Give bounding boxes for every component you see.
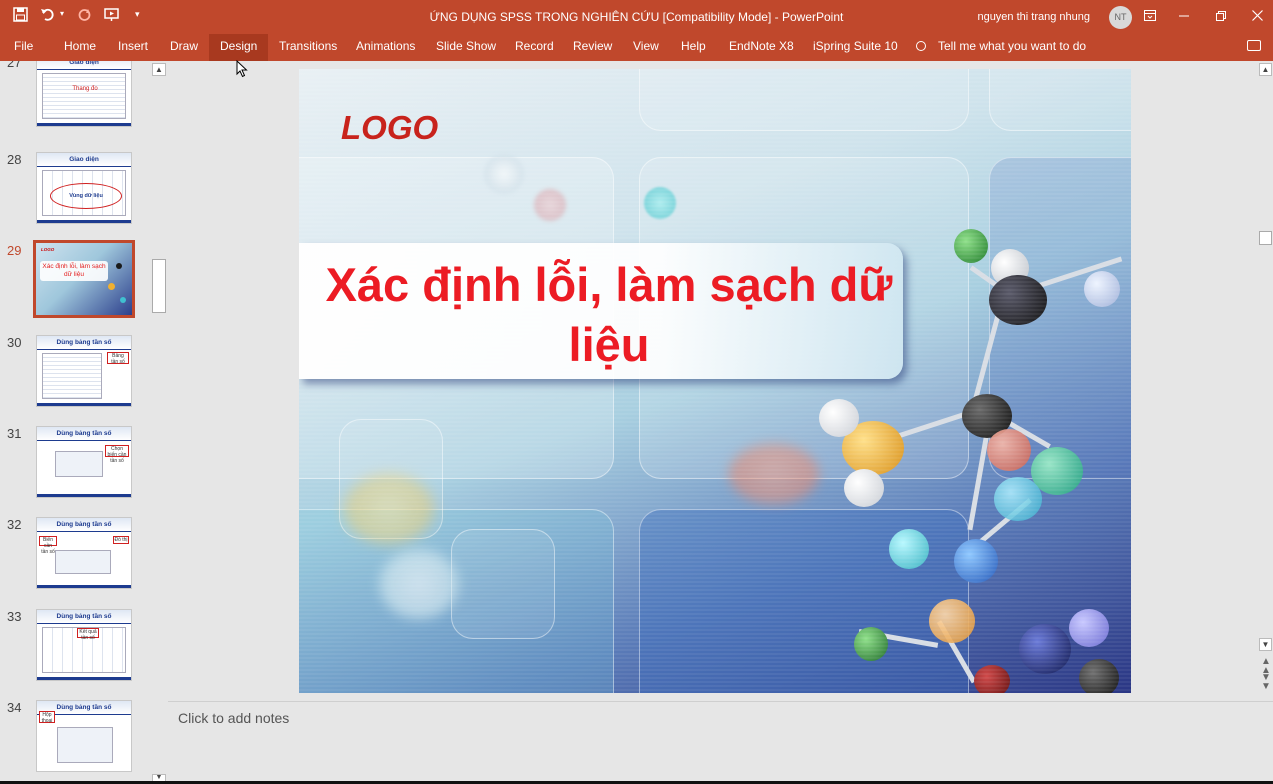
- scroll-up-icon[interactable]: ▲: [152, 63, 166, 76]
- slide-thumbnail[interactable]: Dùng bảng tần số Kết quả tần số: [36, 609, 132, 681]
- thumbnail-row-29[interactable]: 29 LOGO Xác định lỗi, làm sạch dữ liệu: [0, 240, 150, 323]
- thumbnail-molecule: [108, 283, 115, 290]
- ribbon-tabs: File Home Insert Draw Design Transitions…: [0, 34, 1273, 61]
- tab-view[interactable]: View: [622, 34, 670, 61]
- thumbnail-row-32[interactable]: 32 Dùng bảng tần số Biến cần tần số Đồ t…: [0, 517, 150, 597]
- thumbnail-callout: Kết quả tần số: [77, 628, 99, 641]
- thumbnail-row-33[interactable]: 33 Dùng bảng tần số Kết quả tần số: [0, 609, 150, 689]
- tab-help[interactable]: Help: [670, 34, 717, 61]
- slide-number: 30: [7, 335, 22, 350]
- thumbnail-callout: Chọn biến cần tần số: [105, 445, 129, 464]
- thumbnail-footer: [37, 677, 131, 680]
- tab-file[interactable]: File: [3, 34, 44, 61]
- thumbnail-molecule: [116, 263, 122, 269]
- thumbnail-heading: Giao diện: [37, 153, 131, 167]
- thumbnail-heading: Dùng bảng tần số: [37, 610, 131, 624]
- mouse-cursor-icon: [236, 60, 248, 78]
- thumbnail-row-30[interactable]: 30 Dùng bảng tần số Bảng tần số: [0, 335, 150, 415]
- tab-slide-show[interactable]: Slide Show: [425, 34, 507, 61]
- thumbnail-callout-right: Đồ thị: [113, 536, 129, 544]
- thumbnail-dialog: [55, 451, 103, 477]
- slide-number: 27: [7, 61, 22, 70]
- thumbnail-dialog: [55, 550, 111, 574]
- thumbnail-logo: LOGO: [41, 247, 55, 252]
- thumbnail-footer: [37, 494, 131, 497]
- slide-thumbnail[interactable]: Giao diện Vùng dữ liệu: [36, 152, 132, 224]
- tab-home[interactable]: Home: [53, 34, 107, 61]
- tell-me-search[interactable]: Tell me what you want to do: [916, 34, 1086, 61]
- thumbnail-molecule: [120, 297, 126, 303]
- scroll-up-icon[interactable]: ▲: [1259, 63, 1272, 76]
- slide-title-box[interactable]: Xác định lỗi, làm sạch dữ liệu: [299, 243, 903, 379]
- notes-pane[interactable]: Click to add notes: [168, 701, 1273, 781]
- slide-number: 33: [7, 609, 22, 624]
- tab-insert[interactable]: Insert: [107, 34, 159, 61]
- tab-ispring[interactable]: iSpring Suite 10: [802, 34, 909, 61]
- minimize-icon[interactable]: [1169, 4, 1199, 28]
- slide-number: 34: [7, 700, 22, 715]
- slide-number: 29: [7, 243, 22, 258]
- notes-placeholder[interactable]: Click to add notes: [178, 710, 289, 726]
- thumbnail-label: Thang đo: [72, 86, 98, 92]
- thumbnail-row-34[interactable]: 34 Dùng bảng tần số Hộp thoại: [0, 700, 150, 780]
- thumbnail-row-28[interactable]: 28 Giao diện Vùng dữ liệu: [0, 152, 150, 232]
- thumbnail-footer: [37, 220, 131, 223]
- tab-review[interactable]: Review: [562, 34, 623, 61]
- thumbnail-footer: [37, 403, 131, 406]
- thumbnail-table: [42, 73, 126, 119]
- thumbnail-heading: Dùng bảng tần số: [37, 518, 131, 532]
- thumbnail-callout-left: Biến cần tần số: [39, 536, 57, 555]
- tab-animations[interactable]: Animations: [345, 34, 426, 61]
- slide-thumbnail[interactable]: Giao diện Thang đo: [36, 61, 132, 127]
- close-icon[interactable]: [1242, 4, 1272, 28]
- slide-thumbnail[interactable]: Dùng bảng tần số Chọn biến cần tần số: [36, 426, 132, 498]
- thumbnail-dialog: [57, 727, 113, 763]
- thumbnail-label: Vùng dữ liệu: [50, 183, 122, 209]
- restore-icon[interactable]: [1206, 4, 1236, 28]
- tab-record[interactable]: Record: [504, 34, 565, 61]
- slide-number: 32: [7, 517, 22, 532]
- tab-draw[interactable]: Draw: [159, 34, 209, 61]
- slide-editing-area: LOGO Xác định lỗi, làm sạch dữ liệu: [168, 61, 1258, 701]
- thumbnail-row-31[interactable]: 31 Dùng bảng tần số Chọn biến cần tần số: [0, 426, 150, 506]
- thumbnail-label: Xác định lỗi, làm sạch dữ liệu: [40, 261, 108, 281]
- slide-thumbnail-pane: 27 Giao diện Thang đo 28 Giao diện Vùng …: [0, 61, 168, 784]
- thumbnail-heading: Giao diện: [37, 61, 131, 70]
- slide-number: 31: [7, 426, 22, 441]
- scrollbar-thumb[interactable]: [152, 259, 166, 313]
- thumbnail-callout: Bảng tần số: [107, 352, 129, 365]
- next-slide-icon[interactable]: ▼ ▼: [1261, 673, 1271, 692]
- slide-logo[interactable]: LOGO: [341, 109, 438, 147]
- slide-thumbnail[interactable]: Dùng bảng tần số Bảng tần số: [36, 335, 132, 407]
- ribbon-display-options-icon[interactable]: [1135, 4, 1165, 28]
- title-bar: ▾ ▾ ỨNG DỤNG SPSS TRONG NGHIÊN CỨU [Comp…: [0, 0, 1273, 34]
- thumbnail-footer: [37, 585, 131, 588]
- thumbnail-heading: Dùng bảng tần số: [37, 336, 131, 350]
- lightbulb-icon: [916, 41, 926, 51]
- tab-endnote[interactable]: EndNote X8: [718, 34, 805, 61]
- stripe-overlay: [299, 69, 1131, 693]
- thumbnail-row-27[interactable]: 27 Giao diện Thang đo: [0, 61, 150, 135]
- scroll-down-icon[interactable]: ▼: [1259, 638, 1272, 651]
- thumbnail-heading: Dùng bảng tần số: [37, 427, 131, 441]
- slide-canvas[interactable]: LOGO Xác định lỗi, làm sạch dữ liệu: [299, 69, 1131, 693]
- thumbnail-table: [42, 353, 102, 399]
- slide-thumbnail[interactable]: Dùng bảng tần số Hộp thoại: [36, 700, 132, 772]
- user-name[interactable]: nguyen thi trang nhung: [977, 11, 1090, 23]
- tab-transitions[interactable]: Transitions: [268, 34, 348, 61]
- slide-number: 28: [7, 152, 22, 167]
- thumbnail-callout: Hộp thoại: [39, 711, 55, 724]
- scrollbar-thumb[interactable]: [1259, 231, 1272, 245]
- thumbnail-footer: [37, 123, 131, 126]
- comments-icon[interactable]: [1247, 40, 1261, 51]
- avatar[interactable]: NT: [1109, 6, 1132, 29]
- tab-design[interactable]: Design: [209, 34, 269, 61]
- slide-title[interactable]: Xác định lỗi, làm sạch dữ liệu: [319, 255, 899, 375]
- tell-me-label: Tell me what you want to do: [938, 39, 1087, 53]
- thumbnail-scrollbar[interactable]: ▲ ▼: [150, 61, 168, 784]
- slide-scrollbar[interactable]: ▲ ▼ ▲ ▲ ▼ ▼: [1258, 61, 1273, 701]
- slide-thumbnail[interactable]: Dùng bảng tần số Biến cần tần số Đồ thị: [36, 517, 132, 589]
- slide-thumbnail-selected[interactable]: LOGO Xác định lỗi, làm sạch dữ liệu: [33, 240, 135, 318]
